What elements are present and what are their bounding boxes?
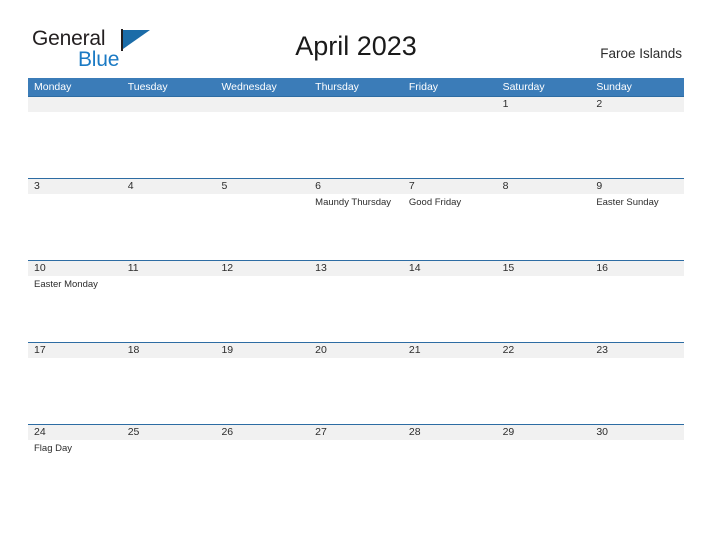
week-event-band: Easter Monday: [28, 276, 684, 340]
week-event-band: [28, 358, 684, 422]
day-event[interactable]: [122, 358, 216, 422]
date-number[interactable]: [309, 97, 403, 112]
week-date-band: 17 18 19 20 21 22 23: [28, 343, 684, 358]
week-date-band: 3 4 5 6 7 8 9: [28, 179, 684, 194]
date-number[interactable]: 16: [590, 261, 684, 276]
weekday-header-row: Monday Tuesday Wednesday Thursday Friday…: [28, 78, 684, 96]
date-number[interactable]: 23: [590, 343, 684, 358]
week-date-band: 1 2: [28, 97, 684, 112]
date-number[interactable]: 12: [215, 261, 309, 276]
date-number[interactable]: [28, 97, 122, 112]
day-event[interactable]: [309, 276, 403, 340]
date-number[interactable]: 10: [28, 261, 122, 276]
day-event[interactable]: [122, 194, 216, 258]
day-event[interactable]: [590, 440, 684, 504]
day-event[interactable]: [590, 112, 684, 176]
day-event[interactable]: Easter Monday: [28, 276, 122, 340]
day-event[interactable]: [215, 440, 309, 504]
page-header: General Blue April 2023 Faroe Islands: [0, 0, 712, 70]
date-number[interactable]: 6: [309, 179, 403, 194]
day-event[interactable]: [590, 358, 684, 422]
date-number[interactable]: 27: [309, 425, 403, 440]
week-row: 1 2: [28, 96, 684, 178]
date-number[interactable]: 28: [403, 425, 497, 440]
weekday-header-tuesday: Tuesday: [127, 81, 168, 93]
date-number[interactable]: 7: [403, 179, 497, 194]
day-event[interactable]: [497, 440, 591, 504]
date-number[interactable]: 8: [497, 179, 591, 194]
date-number[interactable]: 9: [590, 179, 684, 194]
day-event[interactable]: [497, 276, 591, 340]
date-number[interactable]: 14: [403, 261, 497, 276]
day-event[interactable]: [497, 112, 591, 176]
day-event[interactable]: [215, 276, 309, 340]
date-number[interactable]: 3: [28, 179, 122, 194]
date-number[interactable]: 5: [215, 179, 309, 194]
day-event[interactable]: [497, 358, 591, 422]
day-event[interactable]: [403, 358, 497, 422]
weekday-header-sunday: Sunday: [596, 81, 632, 93]
day-event[interactable]: [497, 194, 591, 258]
day-event[interactable]: [28, 358, 122, 422]
day-event[interactable]: [309, 358, 403, 422]
day-event[interactable]: [122, 440, 216, 504]
date-number[interactable]: 4: [122, 179, 216, 194]
day-event[interactable]: [215, 194, 309, 258]
week-row: 17 18 19 20 21 22 23: [28, 342, 684, 424]
week-date-band: 24 25 26 27 28 29 30: [28, 425, 684, 440]
date-number[interactable]: 13: [309, 261, 403, 276]
day-event[interactable]: [403, 440, 497, 504]
day-event[interactable]: Good Friday: [403, 194, 497, 258]
date-number[interactable]: [403, 97, 497, 112]
day-event[interactable]: [122, 276, 216, 340]
date-number[interactable]: 22: [497, 343, 591, 358]
day-event[interactable]: [215, 358, 309, 422]
day-event[interactable]: [28, 112, 122, 176]
weekday-header-monday: Monday: [34, 81, 72, 93]
week-event-band: Maundy Thursday Good Friday Easter Sunda…: [28, 194, 684, 258]
day-event[interactable]: [309, 112, 403, 176]
weekday-header-saturday: Saturday: [502, 81, 545, 93]
date-number[interactable]: 20: [309, 343, 403, 358]
date-number[interactable]: 18: [122, 343, 216, 358]
date-number[interactable]: [122, 97, 216, 112]
date-number[interactable]: 21: [403, 343, 497, 358]
date-number[interactable]: 29: [497, 425, 591, 440]
date-number[interactable]: 25: [122, 425, 216, 440]
calendar-page: General Blue April 2023 Faroe Islands Mo…: [0, 0, 712, 550]
date-number[interactable]: [215, 97, 309, 112]
day-event[interactable]: Maundy Thursday: [309, 194, 403, 258]
weekday-header-thursday: Thursday: [315, 81, 359, 93]
region-label: Faroe Islands: [600, 46, 682, 61]
day-event[interactable]: [403, 112, 497, 176]
day-event[interactable]: [403, 276, 497, 340]
week-row: 3 4 5 6 7 8 9 Maundy Thursday Good Frida…: [28, 178, 684, 260]
day-event[interactable]: [28, 194, 122, 258]
day-event[interactable]: [215, 112, 309, 176]
weekday-header-wednesday: Wednesday: [221, 81, 277, 93]
date-number[interactable]: 19: [215, 343, 309, 358]
day-event[interactable]: Easter Sunday: [590, 194, 684, 258]
day-event[interactable]: [590, 276, 684, 340]
calendar-grid: Monday Tuesday Wednesday Thursday Friday…: [28, 78, 684, 506]
date-number[interactable]: 15: [497, 261, 591, 276]
weekday-header-friday: Friday: [408, 81, 439, 93]
date-number[interactable]: 11: [122, 261, 216, 276]
date-number[interactable]: 30: [590, 425, 684, 440]
week-date-band: 10 11 12 13 14 15 16: [28, 261, 684, 276]
week-event-band: Flag Day: [28, 440, 684, 504]
week-event-band: [28, 112, 684, 176]
day-event[interactable]: Flag Day: [28, 440, 122, 504]
date-number[interactable]: 26: [215, 425, 309, 440]
week-row: 24 25 26 27 28 29 30 Flag Day: [28, 424, 684, 506]
day-event[interactable]: [309, 440, 403, 504]
date-number[interactable]: 17: [28, 343, 122, 358]
date-number[interactable]: 24: [28, 425, 122, 440]
week-row: 10 11 12 13 14 15 16 Easter Monday: [28, 260, 684, 342]
day-event[interactable]: [122, 112, 216, 176]
date-number[interactable]: 1: [497, 97, 591, 112]
date-number[interactable]: 2: [590, 97, 684, 112]
